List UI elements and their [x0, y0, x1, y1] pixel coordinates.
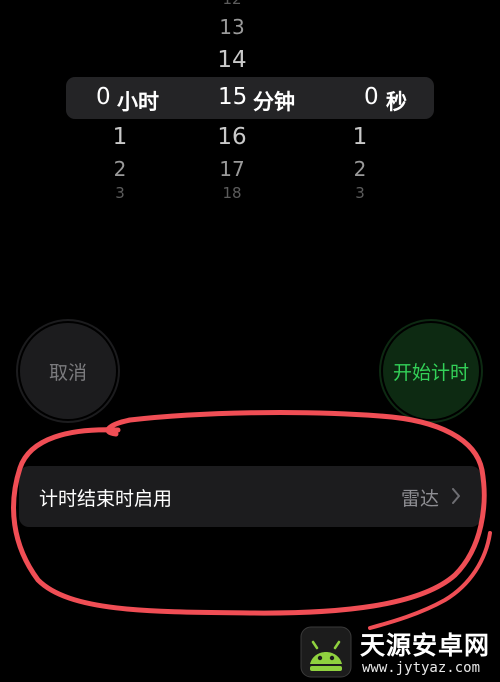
android-logo-icon: [300, 626, 352, 678]
seconds-unit-label: 秒: [386, 90, 407, 114]
seconds-selected-value[interactable]: 0: [364, 84, 379, 110]
minutes-option[interactable]: 16: [172, 124, 292, 150]
minutes-selected-value[interactable]: 15: [218, 84, 247, 110]
minutes-unit-label: 分钟: [253, 90, 295, 114]
ringtone-value: 雷达: [400, 488, 439, 510]
minutes-option[interactable]: 14: [172, 47, 292, 73]
hours-option[interactable]: 3: [60, 184, 180, 202]
minutes-option[interactable]: 17: [172, 157, 292, 181]
when-timer-ends-row[interactable]: 计时结束时启用 雷达: [19, 466, 481, 527]
watermark-url: www.jytyaz.com: [362, 660, 481, 676]
minutes-option[interactable]: 13: [172, 15, 292, 39]
seconds-option[interactable]: 2: [300, 157, 420, 181]
seconds-option[interactable]: 1: [300, 124, 420, 150]
cancel-button-label: 取消: [48, 361, 87, 384]
hours-option[interactable]: 2: [60, 157, 180, 181]
hours-option[interactable]: 1: [60, 124, 180, 150]
when-timer-ends-label: 计时结束时启用: [39, 488, 173, 510]
minutes-option[interactable]: 12: [172, 0, 292, 8]
watermark: 天源安卓网 www.jytyaz.com: [300, 624, 500, 682]
timer-picker[interactable]: 1 2 3 12 13 14 16 17 18 1 2 3 0 小时 15 分钟…: [0, 0, 500, 215]
hours-selected-value[interactable]: 0: [96, 84, 111, 110]
chevron-right-icon: [452, 488, 460, 504]
seconds-option[interactable]: 3: [300, 184, 420, 202]
cancel-button[interactable]: 取消: [20, 323, 116, 419]
start-button[interactable]: 开始计时: [383, 323, 479, 419]
watermark-title: 天源安卓网: [360, 631, 491, 660]
minutes-option[interactable]: 18: [172, 184, 292, 202]
hours-unit-label: 小时: [117, 90, 159, 114]
start-button-label: 开始计时: [392, 361, 469, 384]
